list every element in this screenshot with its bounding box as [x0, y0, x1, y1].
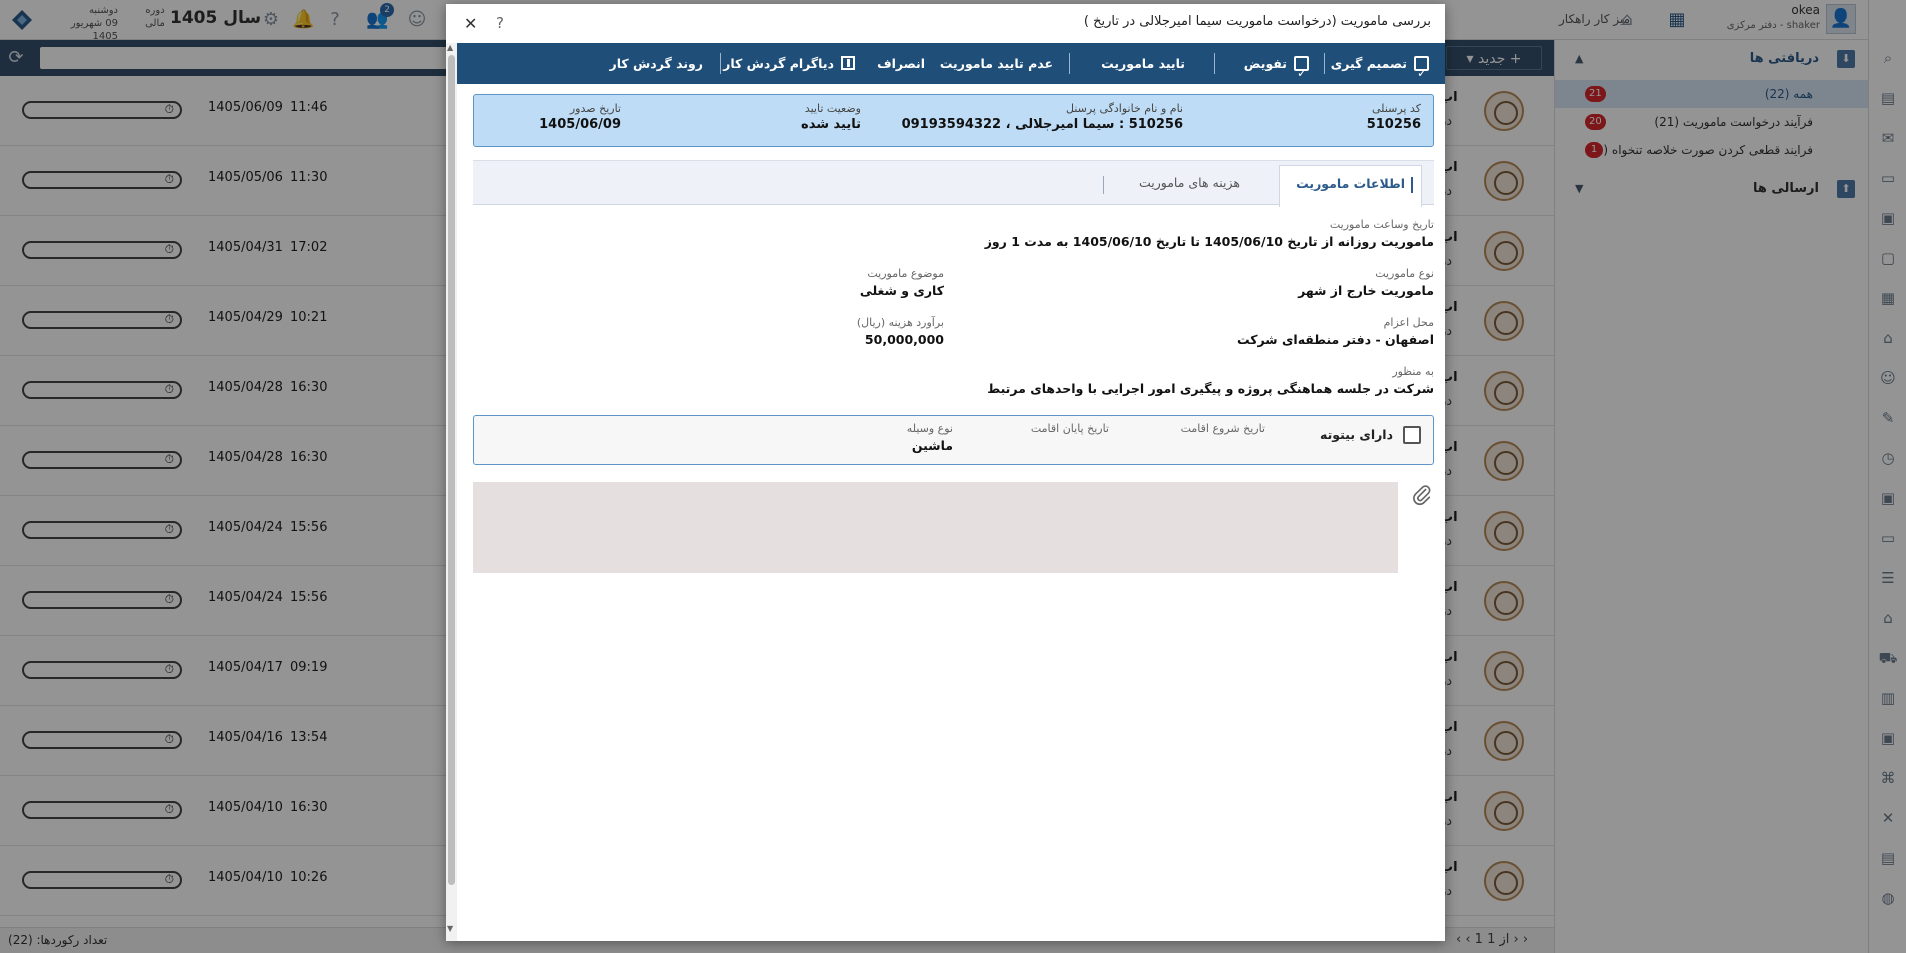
tab-mission-info[interactable]: اطلاعات ماموریت [1279, 165, 1422, 207]
personnel-name: نام و نام خانوادگی پرسنل 510256 : سیما ا… [901, 102, 1183, 132]
issue-date: تاریخ صدور 1405/06/09 [539, 102, 621, 132]
dialog-scrollbar[interactable]: ▲ ▼ [446, 43, 457, 941]
workflow-history-button[interactable]: روند گردش کار [610, 43, 703, 84]
reject-button[interactable]: عدم تایید ماموریت [940, 43, 1053, 84]
personnel-code: کد پرسنلی 510256 [1366, 102, 1421, 132]
diagram-icon [841, 56, 855, 70]
mission-purpose: به منظور شرکت در جلسه هماهنگی پروژه و پی… [987, 365, 1434, 396]
scroll-thumb[interactable] [448, 55, 455, 885]
mission-cost-estimate: برآورد هزینه (ریال) 50,000,000 [856, 316, 944, 347]
mission-review-dialog: بررسی ماموریت (درخواست ماموریت سیما امیر… [446, 4, 1445, 941]
scroll-down-icon[interactable]: ▼ [447, 924, 453, 933]
stay-start-date: تاریخ شروع اقامت [1180, 422, 1265, 435]
divider [1069, 53, 1070, 74]
has-stay-checkbox[interactable] [1403, 426, 1421, 444]
stay-end-date: تاریخ پایان اقامت [1030, 422, 1109, 435]
help-icon[interactable]: ? [496, 14, 504, 32]
approve-button[interactable]: تایید ماموریت [1101, 43, 1185, 84]
divider [1324, 53, 1325, 74]
has-stay-label: دارای بیتوته [1320, 427, 1393, 442]
stay-box: دارای بیتوته تاریخ شروع اقامت تاریخ پایا… [473, 415, 1434, 465]
delegate-button[interactable]: تفویض [1244, 43, 1309, 94]
mission-destination: محل اعزام اصفهان - دفتر منطقه‌ای شرکت [1237, 316, 1434, 347]
cancel-button[interactable]: انصراف [877, 43, 925, 84]
checkbox-icon [1294, 53, 1309, 94]
dialog-title: بررسی ماموریت (درخواست ماموریت سیما امیر… [1083, 14, 1431, 29]
attachment-area[interactable] [473, 482, 1398, 573]
mission-subject: موضوع ماموریت کاری و شغلی [859, 267, 944, 298]
workflow-diagram-button[interactable]: دیاگرام گردش کار [723, 43, 855, 84]
tab-divider [1102, 176, 1104, 194]
personnel-info-box: کد پرسنلی 510256 نام و نام خانوادگی پرسن… [473, 94, 1434, 147]
tab-mission-costs[interactable]: هزینه های ماموریت [1102, 165, 1264, 206]
action-bar: تصمیم گیری تفویض تایید ماموریت عدم تایید… [457, 43, 1445, 94]
scroll-up-icon[interactable]: ▲ [447, 43, 453, 52]
detail-tabs: اطلاعات ماموریت هزینه های ماموریت [473, 160, 1434, 207]
mission-type: نوع ماموریت ماموریت خارج از شهر [1298, 267, 1434, 298]
vehicle-type: نوع وسیله ماشین [906, 422, 953, 453]
paperclip-icon[interactable] [1410, 484, 1434, 508]
divider [1214, 53, 1215, 74]
decide-button[interactable]: تصمیم گیری [1331, 43, 1429, 94]
mission-datetime: تاریخ وساعت ماموریت ماموریت روزانه از تا… [984, 218, 1434, 249]
divider [720, 53, 721, 74]
checkbox-icon [1414, 53, 1429, 94]
close-icon[interactable]: ✕ [464, 14, 477, 33]
approval-status: وضعیت تایید تایید شده [801, 102, 861, 132]
